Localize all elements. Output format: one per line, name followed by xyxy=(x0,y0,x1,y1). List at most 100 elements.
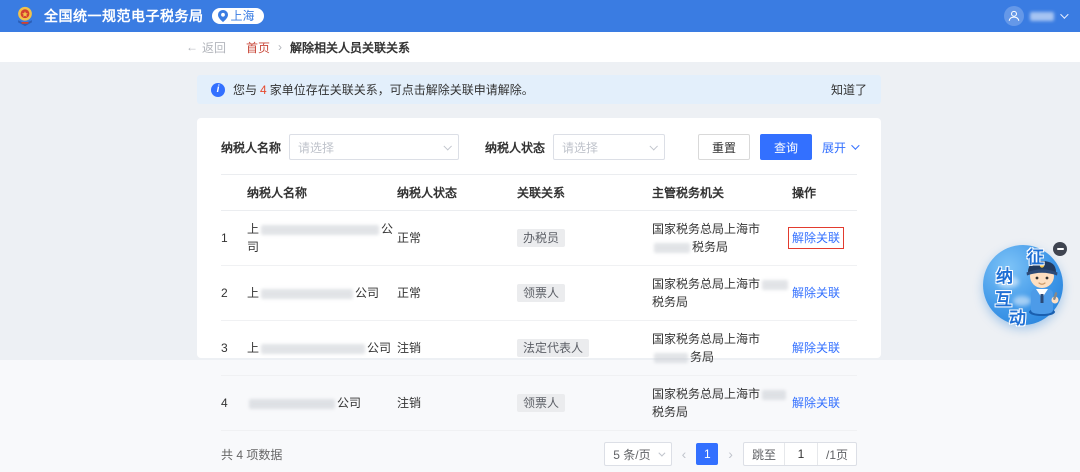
redacted-text xyxy=(762,279,789,290)
col-header-action: 操作 xyxy=(792,174,857,211)
action-cell: 解除关联 xyxy=(792,265,857,321)
brand: 全国统一规范电子税务局 上海 xyxy=(14,5,264,27)
taxpayer-name-label: 纳税人名称 xyxy=(221,140,282,155)
back-button[interactable]: ← 返回 xyxy=(186,39,226,56)
chevron-down-icon xyxy=(1060,10,1069,19)
relation-cell: 办税员 xyxy=(517,210,652,266)
page-number-button[interactable]: 1 xyxy=(696,443,719,465)
taxpayer-name-cell: 上公司 xyxy=(247,320,397,376)
filter-bar: 纳税人名称 请选择 纳税人状态 请选择 重置 查询 展开 xyxy=(221,134,860,160)
chevron-down-icon xyxy=(443,142,452,151)
pagination: 5 条/页 ‹ 1 › 跳至 /1页 xyxy=(604,442,857,466)
status-cell: 正常 xyxy=(397,265,517,321)
top-bar: 全国统一规范电子税务局 上海 xyxy=(0,0,1080,32)
user-menu[interactable] xyxy=(1004,6,1069,26)
dismiss-button[interactable]: 知道了 xyxy=(831,81,867,98)
location-label: 上海 xyxy=(230,9,255,23)
unbind-link[interactable]: 解除关联 xyxy=(792,341,840,355)
relation-tag: 领票人 xyxy=(517,283,566,303)
relation-tag: 领票人 xyxy=(517,393,566,413)
page-size-select[interactable]: 5 条/页 xyxy=(604,442,672,466)
back-label: 返回 xyxy=(202,40,227,55)
content-area: i 您与 4 家单位存在关联关系，可点击解除关联申请解除。 知道了 纳税人名称 请选… xyxy=(0,62,1080,466)
table-header-row: 纳税人名称 纳税人状态 关联关系 主管税务机关 操作 xyxy=(221,174,857,211)
row-index: 4 xyxy=(221,375,247,431)
chevron-down-icon xyxy=(649,142,658,151)
breadcrumb-separator: › xyxy=(278,40,283,54)
row-index: 1 xyxy=(221,210,247,266)
status-cell: 注销 xyxy=(397,375,517,431)
search-button[interactable]: 查询 xyxy=(759,134,812,160)
relations-table: 纳税人名称 纳税人状态 关联关系 主管税务机关 操作 1 上公司 正常 办税员 … xyxy=(221,174,857,431)
jump-total-pages: /1页 xyxy=(816,443,856,465)
table-row: 2 上公司 正常 领票人 国家税务总局上海市税务局 解除关联 xyxy=(221,265,857,321)
office-cell: 国家税务总局上海市务局 xyxy=(652,320,792,376)
row-index: 3 xyxy=(221,320,247,376)
relation-count: 4 xyxy=(260,83,267,97)
widget-char-dong: 动 xyxy=(1009,309,1026,328)
relation-cell: 法定代表人 xyxy=(517,320,652,376)
action-cell: 解除关联 xyxy=(792,375,857,431)
app-title: 全国统一规范电子税务局 xyxy=(44,8,204,24)
taxpayer-status-label: 纳税人状态 xyxy=(485,140,546,155)
username-redacted xyxy=(1030,11,1054,21)
taxpayer-status-select[interactable]: 请选择 xyxy=(553,134,666,160)
redacted-text xyxy=(762,389,787,400)
relation-cell: 领票人 xyxy=(517,375,652,431)
breadcrumb-home[interactable]: 首页 xyxy=(246,39,270,56)
taxpayer-name-placeholder: 请选择 xyxy=(298,140,335,155)
location-pill[interactable]: 上海 xyxy=(211,8,264,24)
redacted-text xyxy=(261,288,354,299)
chevron-down-icon xyxy=(851,141,860,150)
unbind-link-highlighted[interactable]: 解除关联 xyxy=(787,227,845,249)
action-cell: 解除关联 xyxy=(787,210,857,266)
jump-label: 跳至 xyxy=(744,443,785,465)
redacted-text xyxy=(654,352,688,363)
filter-actions: 重置 查询 展开 xyxy=(697,134,860,160)
col-header-office: 主管税务机关 xyxy=(652,174,792,211)
taxpayer-name-select[interactable]: 请选择 xyxy=(289,134,460,160)
page-jump: 跳至 /1页 xyxy=(742,442,857,466)
info-banner: i 您与 4 家单位存在关联关系，可点击解除关联申请解除。 知道了 xyxy=(197,75,881,104)
redacted-text xyxy=(261,224,380,235)
jump-page-input[interactable] xyxy=(784,443,817,465)
breadcrumb-current: 解除相关人员关联关系 xyxy=(290,40,411,55)
office-cell: 国家税务总局上海市税务局 xyxy=(652,375,792,431)
unbind-link[interactable]: 解除关联 xyxy=(792,286,840,300)
widget-char-na: 纳 xyxy=(996,267,1013,286)
redacted-text xyxy=(654,242,690,253)
redacted-text xyxy=(249,398,335,409)
taxpayer-status-placeholder: 请选择 xyxy=(562,140,599,155)
action-cell: 解除关联 xyxy=(792,320,857,376)
widget-char-zheng: 征 xyxy=(1027,248,1044,267)
tax-emblem-logo xyxy=(18,6,32,27)
table-footer: 共 4 项数据 5 条/页 ‹ 1 › 跳至 /1页 xyxy=(221,442,857,466)
chevron-down-icon xyxy=(658,449,666,457)
taxpayer-name-cell: 公司 xyxy=(247,375,397,431)
avatar-icon xyxy=(1004,6,1024,26)
col-header-relation: 关联关系 xyxy=(517,174,652,211)
info-icon: i xyxy=(211,82,225,97)
reset-button[interactable]: 重置 xyxy=(697,134,750,160)
expand-button[interactable]: 展开 xyxy=(822,139,860,156)
table-row: 1 上公司 正常 办税员 国家税务总局上海市税务局 解除关联 xyxy=(221,210,857,266)
total-count: 共 4 项数据 xyxy=(221,447,283,462)
interaction-widget[interactable]: 征 纳 互 动 xyxy=(983,240,1075,332)
breadcrumb: ← 返回 首页 › 解除相关人员关联关系 xyxy=(0,32,1080,62)
back-arrow-icon: ← xyxy=(186,40,198,54)
minimize-widget-button[interactable] xyxy=(1053,242,1067,256)
unbind-link[interactable]: 解除关联 xyxy=(792,396,840,410)
prev-page-button[interactable]: ‹ xyxy=(680,446,689,462)
relation-cell: 领票人 xyxy=(517,265,652,321)
col-header-name: 纳税人名称 xyxy=(247,174,397,211)
office-cell: 国家税务总局上海市税务局 xyxy=(652,265,792,321)
table-row: 4 公司 注销 领票人 国家税务总局上海市税务局 解除关联 xyxy=(221,375,857,431)
relation-tag: 办税员 xyxy=(517,228,566,248)
relation-tag: 法定代表人 xyxy=(517,338,590,358)
location-pin-icon xyxy=(217,10,228,22)
status-cell: 正常 xyxy=(397,210,517,266)
row-index: 2 xyxy=(221,265,247,321)
next-page-button[interactable]: › xyxy=(726,446,735,462)
taxpayer-name-cell: 上公司 xyxy=(247,210,397,266)
table-row: 3 上公司 注销 法定代表人 国家税务总局上海市务局 解除关联 xyxy=(221,320,857,376)
